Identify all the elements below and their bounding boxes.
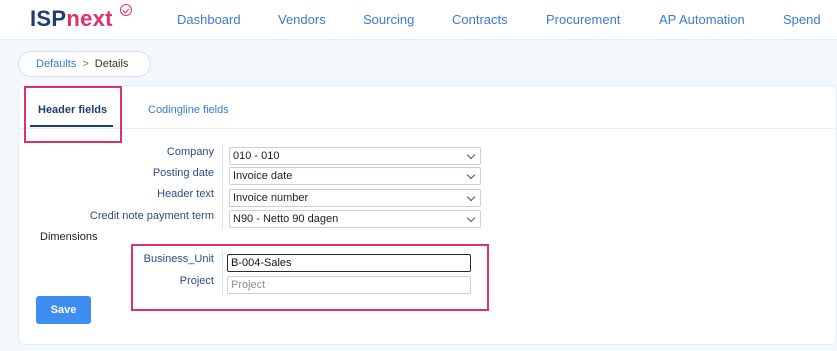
nav-spend[interactable]: Spend — [783, 12, 821, 27]
logo-accent-text: next — [66, 6, 113, 31]
tabs-divider — [19, 128, 836, 129]
nav-vendors[interactable]: Vendors — [278, 12, 326, 27]
posting-date-select[interactable]: Invoice date — [229, 167, 481, 185]
credit-note-payment-term-label: Credit note payment term — [89, 210, 214, 222]
chevron-down-icon — [466, 170, 476, 180]
posting-date-select-value: Invoice date — [233, 170, 293, 182]
app-logo[interactable]: ISPnext — [30, 6, 113, 32]
highlight-box-tab — [24, 86, 122, 143]
top-navbar: ISPnext Dashboard Vendors Sourcing Contr… — [0, 0, 837, 40]
header-text-select[interactable]: Invoice number — [229, 189, 481, 207]
company-select[interactable]: 010 - 010 — [229, 147, 481, 165]
nav-contracts[interactable]: Contracts — [452, 12, 508, 27]
nav-sourcing[interactable]: Sourcing — [363, 12, 414, 27]
logo-main-text: ISP — [30, 6, 67, 31]
chevron-down-icon — [466, 192, 476, 202]
nav-dashboard[interactable]: Dashboard — [177, 12, 241, 27]
save-button[interactable]: Save — [36, 296, 91, 324]
posting-date-label: Posting date — [152, 167, 214, 179]
form-divider — [222, 144, 223, 230]
breadcrumb-separator: > — [82, 58, 89, 70]
highlight-box-dimensions — [131, 244, 489, 311]
breadcrumb-current: Details — [94, 58, 129, 70]
header-text-label: Header text — [157, 188, 214, 200]
credit-note-payment-term-select[interactable]: N90 - Netto 90 dagen — [229, 210, 481, 228]
header-text-select-value: Invoice number — [233, 192, 309, 204]
chevron-down-icon — [466, 213, 476, 223]
breadcrumb: Defaults > Details — [18, 51, 151, 77]
tab-codingline-fields[interactable]: Codingline fields — [148, 104, 229, 116]
logo-heart-icon — [120, 4, 132, 16]
credit-note-payment-term-value: N90 - Netto 90 dagen — [233, 213, 339, 225]
dimensions-heading: Dimensions — [40, 231, 98, 243]
nav-procurement[interactable]: Procurement — [546, 12, 620, 27]
company-select-value: 010 - 010 — [233, 150, 280, 162]
company-label: Company — [166, 146, 214, 158]
nav-ap-automation[interactable]: AP Automation — [659, 12, 745, 27]
chevron-down-icon — [466, 150, 476, 160]
breadcrumb-defaults-link[interactable]: Defaults — [36, 58, 76, 70]
